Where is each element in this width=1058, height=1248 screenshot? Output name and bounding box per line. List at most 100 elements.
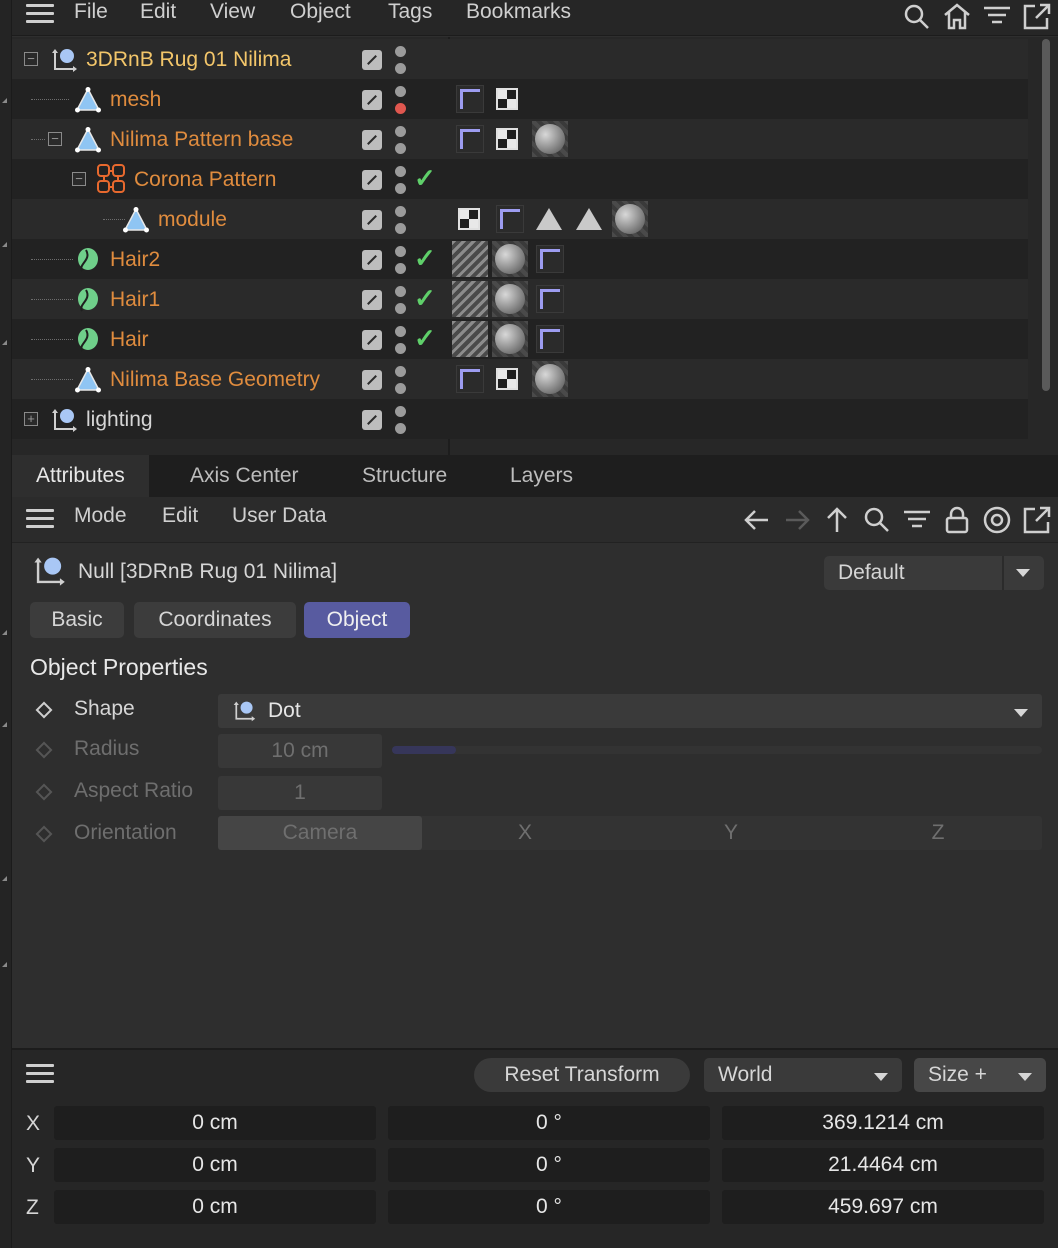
forward-arrow-icon[interactable] — [782, 505, 812, 535]
phong-tag-icon[interactable] — [496, 205, 524, 233]
tab-structure[interactable]: Structure — [338, 455, 471, 497]
editor-visibility-dot[interactable] — [395, 406, 406, 417]
edit-layer-icon[interactable] — [362, 130, 382, 150]
hair-material-tag-icon[interactable] — [452, 321, 488, 357]
size-z-field[interactable]: 459.697 cm — [722, 1190, 1044, 1224]
render-visibility-dot[interactable] — [395, 343, 406, 354]
vertical-scrollbar[interactable] — [1042, 39, 1050, 391]
collapse-toggle-icon[interactable]: − — [48, 132, 62, 146]
tree-row-rug[interactable]: − 3DRnB Rug 01 Nilima — [12, 39, 1028, 79]
render-visibility-dot[interactable] — [395, 303, 406, 314]
size-y-field[interactable]: 21.4464 cm — [722, 1148, 1044, 1182]
menu-user-data[interactable]: User Data — [232, 504, 327, 528]
selection-tag-icon[interactable] — [576, 208, 602, 230]
edit-layer-icon[interactable] — [362, 290, 382, 310]
keyframe-diamond-icon[interactable] — [35, 741, 53, 759]
object-name[interactable]: mesh — [110, 88, 161, 112]
phong-tag-icon[interactable] — [456, 125, 484, 153]
render-visibility-dot[interactable] — [395, 223, 406, 234]
uvw-tag-icon[interactable] — [496, 368, 518, 390]
tree-row-lighting[interactable]: + lighting — [12, 399, 1028, 439]
object-name[interactable]: 3DRnB Rug 01 Nilima — [86, 48, 291, 72]
edit-layer-icon[interactable] — [362, 50, 382, 70]
editor-visibility-dot[interactable] — [395, 126, 406, 137]
phong-tag-icon[interactable] — [536, 285, 564, 313]
tab-attributes[interactable]: Attributes — [12, 455, 149, 497]
render-visibility-dot[interactable] — [395, 143, 406, 154]
tree-row-corona-pattern[interactable]: − Corona Pattern ✓ — [12, 159, 1028, 199]
editor-visibility-dot[interactable] — [395, 206, 406, 217]
keyframe-diamond-icon[interactable] — [35, 825, 53, 843]
menu-edit[interactable]: Edit — [162, 504, 198, 528]
rotation-y-field[interactable]: 0 ° — [388, 1148, 710, 1182]
editor-visibility-dot[interactable] — [395, 286, 406, 297]
render-visibility-dot[interactable] — [395, 103, 406, 114]
coordinate-space-dropdown[interactable]: World — [704, 1058, 902, 1092]
object-name[interactable]: Nilima Base Geometry — [110, 368, 320, 392]
tree-row-hair2[interactable]: Hair2 ✓ — [12, 239, 1028, 279]
tree-row-pattern-base[interactable]: − Nilima Pattern base — [12, 119, 1028, 159]
editor-visibility-dot[interactable] — [395, 246, 406, 257]
hamburger-menu-icon[interactable] — [26, 4, 54, 24]
size-mode-dropdown[interactable]: Size + — [914, 1058, 1046, 1092]
menu-mode[interactable]: Mode — [74, 504, 127, 528]
object-name[interactable]: Corona Pattern — [134, 168, 276, 192]
enabled-check-icon[interactable]: ✓ — [414, 285, 436, 311]
filter-icon[interactable] — [902, 505, 932, 535]
size-x-field[interactable]: 369.1214 cm — [722, 1106, 1044, 1140]
position-y-field[interactable]: 0 cm — [54, 1148, 376, 1182]
tab-axis-center[interactable]: Axis Center — [166, 455, 323, 497]
orientation-x[interactable]: X — [422, 816, 628, 850]
render-visibility-dot[interactable] — [395, 183, 406, 194]
editor-visibility-dot[interactable] — [395, 46, 406, 57]
phong-tag-icon[interactable] — [456, 365, 484, 393]
search-icon[interactable] — [862, 505, 892, 535]
keyframe-diamond-icon[interactable] — [35, 701, 53, 719]
expand-toggle-icon[interactable]: + — [24, 412, 38, 426]
subtab-coordinates[interactable]: Coordinates — [134, 602, 296, 638]
menu-bookmarks[interactable]: Bookmarks — [466, 0, 571, 24]
material-tag-icon[interactable] — [492, 281, 528, 317]
tree-row-mesh[interactable]: mesh — [12, 79, 1028, 119]
menu-edit[interactable]: Edit — [140, 0, 176, 24]
uvw-tag-icon[interactable] — [496, 128, 518, 150]
render-visibility-dot[interactable] — [395, 423, 406, 434]
rotation-z-field[interactable]: 0 ° — [388, 1190, 710, 1224]
home-icon[interactable] — [942, 2, 972, 30]
menu-view[interactable]: View — [210, 0, 255, 24]
editor-visibility-dot[interactable] — [395, 366, 406, 377]
tree-row-module[interactable]: module — [12, 199, 1028, 239]
selection-tag-icon[interactable] — [536, 208, 562, 230]
phong-tag-icon[interactable] — [536, 325, 564, 353]
reset-transform-button[interactable]: Reset Transform — [474, 1058, 690, 1092]
radius-slider[interactable] — [392, 746, 1042, 754]
edit-layer-icon[interactable] — [362, 210, 382, 230]
hamburger-menu-icon[interactable] — [26, 509, 54, 529]
object-name[interactable]: Hair1 — [110, 288, 160, 312]
edit-layer-icon[interactable] — [362, 370, 382, 390]
material-tag-icon[interactable] — [532, 121, 568, 157]
rotation-x-field[interactable]: 0 ° — [388, 1106, 710, 1140]
object-name[interactable]: module — [158, 208, 227, 232]
keyframe-diamond-icon[interactable] — [35, 783, 53, 801]
orientation-y[interactable]: Y — [628, 816, 834, 850]
uvw-tag-icon[interactable] — [496, 88, 518, 110]
target-icon[interactable] — [982, 505, 1012, 535]
back-arrow-icon[interactable] — [742, 505, 772, 535]
edit-layer-icon[interactable] — [362, 250, 382, 270]
tree-row-hair[interactable]: Hair ✓ — [12, 319, 1028, 359]
shape-dropdown[interactable]: Dot — [218, 694, 1042, 728]
radius-field[interactable]: 10 cm — [218, 734, 382, 768]
preset-dropdown[interactable]: Default — [824, 556, 1044, 590]
collapse-toggle-icon[interactable]: − — [24, 52, 38, 66]
object-name[interactable]: Hair2 — [110, 248, 160, 272]
up-arrow-icon[interactable] — [822, 505, 852, 535]
search-icon[interactable] — [902, 2, 932, 30]
edit-layer-icon[interactable] — [362, 170, 382, 190]
aspect-ratio-field[interactable]: 1 — [218, 776, 382, 810]
object-name[interactable]: Nilima Pattern base — [110, 128, 293, 152]
orientation-z[interactable]: Z — [834, 816, 1042, 850]
editor-visibility-dot[interactable] — [395, 166, 406, 177]
menu-tags[interactable]: Tags — [388, 0, 432, 24]
enabled-check-icon[interactable]: ✓ — [414, 245, 436, 271]
